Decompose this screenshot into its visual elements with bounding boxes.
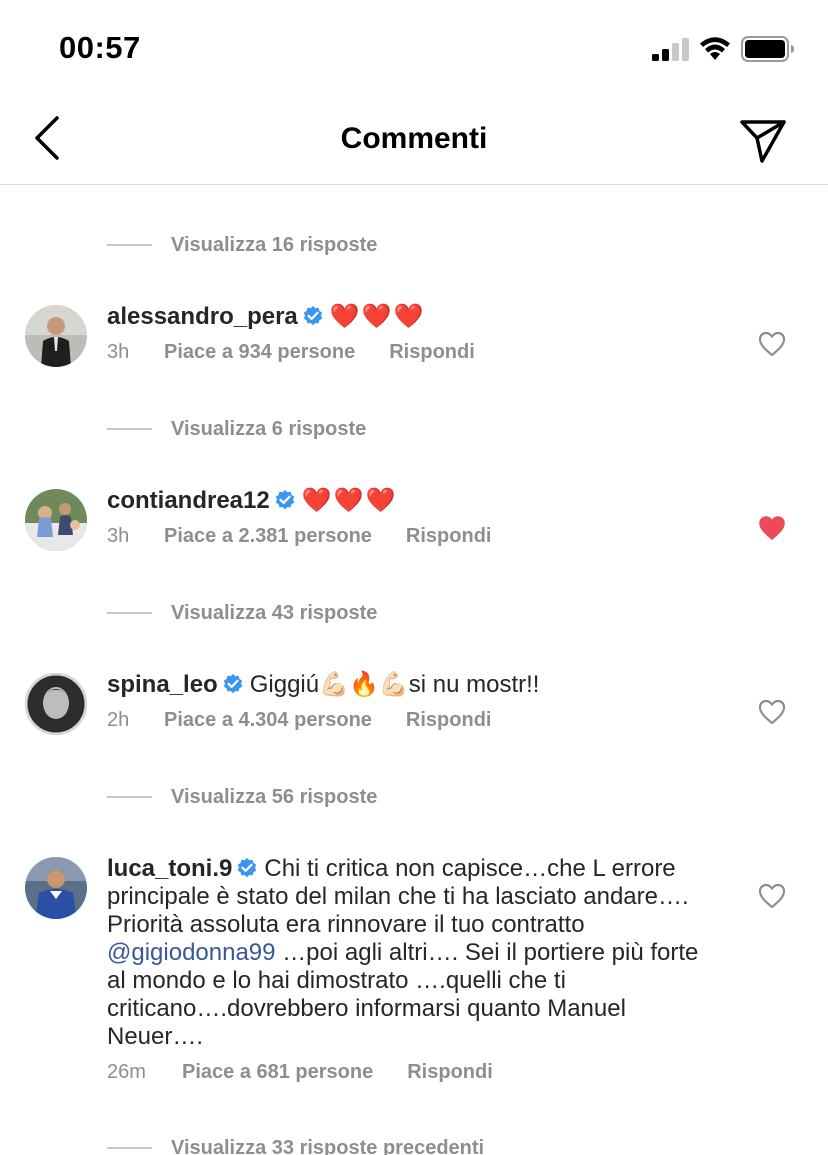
comment-username[interactable]: alessandro_pera — [107, 303, 298, 330]
view-replies-label: Visualizza 33 risposte precedenti — [171, 1136, 485, 1155]
comment-likes-count[interactable]: Piace a 2.381 persone — [164, 525, 372, 548]
comment-time: 3h — [107, 525, 130, 547]
cellular-signal-icon — [652, 38, 689, 61]
divider-line — [107, 244, 152, 246]
divider-line — [107, 612, 152, 614]
reply-button[interactable]: Rispondi — [406, 709, 492, 732]
mention-link[interactable]: @gigiodonna99 — [107, 939, 276, 966]
page-title: Commenti — [340, 122, 488, 155]
verified-badge-icon — [275, 490, 294, 510]
comment-likes-count[interactable]: Piace a 934 persone — [164, 341, 355, 364]
comment-likes-count[interactable]: Piace a 4.304 persone — [164, 709, 372, 732]
view-replies-label: Visualizza 16 risposte — [171, 233, 378, 256]
view-replies-button[interactable]: Visualizza 6 risposte — [107, 413, 366, 445]
verified-badge-icon — [238, 858, 257, 878]
reply-button[interactable]: Rispondi — [406, 525, 492, 548]
avatar[interactable] — [25, 305, 87, 367]
status-time: 00:57 — [59, 30, 141, 65]
comment-username[interactable]: contiandrea12 — [107, 487, 270, 514]
view-replies-button[interactable]: Visualizza 56 risposte — [107, 781, 377, 813]
view-replies-label: Visualizza 6 risposte — [171, 417, 367, 440]
view-replies-button[interactable]: Visualizza 16 risposte — [107, 229, 377, 261]
status-bar: 00:57 — [0, 0, 828, 100]
view-replies-label: Visualizza 56 risposte — [171, 785, 378, 808]
comment-text: ❤️❤️❤️ — [301, 487, 398, 514]
header: Commenti — [0, 100, 828, 185]
divider-line — [107, 1147, 152, 1149]
comment-time: 26m — [107, 1061, 146, 1083]
avatar[interactable] — [25, 489, 87, 551]
comments-list[interactable]: Visualizza 16 risposte alessandro_pera ❤️… — [0, 185, 828, 1155]
paper-plane-icon[interactable] — [738, 116, 788, 166]
avatar[interactable] — [25, 673, 87, 735]
reply-button[interactable]: Rispondi — [407, 1061, 493, 1084]
reply-button[interactable]: Rispondi — [389, 341, 475, 364]
verified-badge-icon — [303, 306, 322, 326]
view-replies-label: Visualizza 43 risposte — [171, 601, 378, 624]
view-replies-button[interactable]: Visualizza 33 risposte precedenti — [107, 1132, 484, 1155]
wifi-icon — [700, 37, 730, 60]
heart-filled-icon[interactable] — [757, 514, 787, 542]
comment-username[interactable]: spina_leo — [107, 671, 218, 698]
verified-badge-icon — [223, 674, 242, 694]
comment-time: 3h — [107, 341, 130, 363]
comment-likes-count[interactable]: Piace a 681 persone — [182, 1061, 373, 1084]
battery-icon — [741, 36, 794, 62]
divider-line — [107, 796, 152, 798]
heart-icon[interactable] — [757, 698, 787, 726]
divider-line — [107, 428, 152, 430]
comment-text: Giggiú💪🏻🔥💪🏻si nu mostr!! — [249, 671, 540, 698]
comment-time: 2h — [107, 709, 130, 731]
avatar[interactable] — [25, 857, 87, 919]
view-replies-button[interactable]: Visualizza 43 risposte — [107, 597, 377, 629]
heart-icon[interactable] — [757, 882, 787, 910]
comment-text: ❤️❤️❤️ — [329, 303, 426, 330]
comment-username[interactable]: luca_toni.9 — [107, 855, 232, 882]
heart-icon[interactable] — [757, 330, 787, 358]
